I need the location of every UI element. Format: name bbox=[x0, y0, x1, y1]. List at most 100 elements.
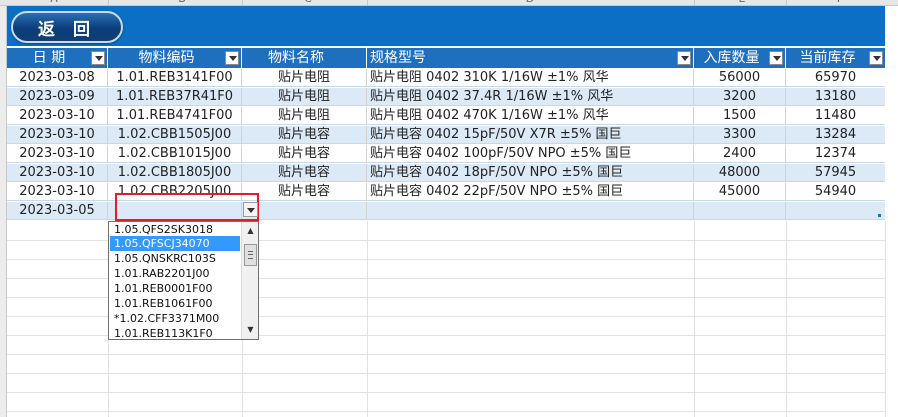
cell-qty[interactable]: 2400 bbox=[694, 145, 786, 163]
cell-stock[interactable]: 54940 bbox=[786, 183, 885, 201]
cell-stock[interactable]: 12374 bbox=[786, 145, 885, 163]
scrollbar-thumb[interactable] bbox=[244, 244, 257, 266]
header-name-label: 物料名称 bbox=[268, 50, 324, 66]
cell-spec[interactable]: 贴片电容 0402 100pF/50V NPO ±5% 国巨 bbox=[367, 145, 694, 163]
cell-name[interactable]: 贴片电阻 bbox=[242, 88, 367, 106]
table-row: 2023-03-10 1.02.CBB1505J00 贴片电容 贴片电容 040… bbox=[7, 126, 885, 144]
grid-line bbox=[694, 221, 695, 417]
table-row: 2023-03-10 1.02.CBB1015J00 贴片电容 贴片电容 040… bbox=[7, 145, 885, 163]
cell-stock[interactable]: 57945 bbox=[786, 164, 885, 182]
cell-qty[interactable]: 56000 bbox=[694, 69, 786, 87]
header-qty-label: 入库数量 bbox=[703, 50, 760, 66]
cell-name[interactable]: 贴片电阻 bbox=[242, 69, 367, 87]
dropdown-option-selected[interactable]: 1.05.QFSCJ34070 bbox=[110, 236, 240, 251]
table-row: 2023-03-10 1.02.CBB1805J00 贴片电容 贴片电容 040… bbox=[7, 164, 885, 182]
header-qty: 入库数量 bbox=[694, 48, 786, 68]
cell-code[interactable]: 1.02.CBB1015J00 bbox=[108, 145, 242, 163]
dropdown-option[interactable]: 1.01.REB113K1F0 bbox=[110, 326, 240, 339]
table-row: 2023-03-08 1.01.REB3141F00 贴片电阻 贴片电阻 040… bbox=[7, 69, 885, 87]
cell-spec[interactable] bbox=[367, 202, 694, 220]
cell-name[interactable]: 贴片电容 bbox=[242, 183, 367, 201]
cell-date[interactable]: 2023-03-08 bbox=[7, 69, 108, 87]
dropdown-scrollbar[interactable]: ▲ ▼ bbox=[241, 222, 258, 339]
cell-qty[interactable] bbox=[694, 202, 786, 220]
cell-code[interactable]: 1.01.REB4741F00 bbox=[108, 107, 242, 125]
row-header-strip bbox=[0, 6, 7, 417]
cell-code[interactable]: 1.01.REB37R41F0 bbox=[108, 88, 242, 106]
cell-name[interactable]: 贴片电阻 bbox=[242, 107, 367, 125]
column-letter-f[interactable]: F bbox=[830, 0, 850, 5]
grid-line bbox=[7, 411, 885, 412]
dropdown-list[interactable]: 1.05.QFS2SK3018 1.05.QFSCJ34070 1.05.QNS… bbox=[108, 221, 259, 340]
dropdown-option[interactable]: 1.01.REB0001F00 bbox=[110, 281, 240, 296]
dropdown-option[interactable]: 1.05.QFS2SK3018 bbox=[110, 222, 240, 237]
column-letter-b[interactable]: B bbox=[172, 0, 192, 5]
cell-date[interactable]: 2023-03-10 bbox=[7, 126, 108, 144]
filter-dropdown-icon[interactable] bbox=[225, 51, 239, 65]
banner: 返 回 bbox=[7, 6, 885, 46]
cell-code[interactable]: 1.01.REB3141F00 bbox=[108, 69, 242, 87]
dropdown-option[interactable]: 1.01.REB1061F00 bbox=[110, 296, 240, 311]
filter-dropdown-icon[interactable] bbox=[769, 51, 783, 65]
header-spec: 规格型号 bbox=[367, 48, 694, 68]
filter-dropdown-icon[interactable] bbox=[869, 51, 883, 65]
grid-line bbox=[7, 373, 885, 374]
table-resize-handle[interactable] bbox=[878, 214, 881, 217]
cell-name[interactable]: 贴片电容 bbox=[242, 164, 367, 182]
cell-code[interactable]: 1.02.CBB1805J00 bbox=[108, 164, 242, 182]
cell-date[interactable]: 2023-03-05 bbox=[7, 202, 108, 220]
back-button[interactable]: 返 回 bbox=[11, 11, 123, 43]
dropdown-option[interactable]: 1.05.QNSKRC103S bbox=[110, 251, 240, 266]
grid-line bbox=[885, 221, 886, 417]
cell-qty[interactable]: 48000 bbox=[694, 164, 786, 182]
cell-stock[interactable]: 65970 bbox=[786, 69, 885, 87]
header-date-label: 日 期 bbox=[32, 50, 66, 66]
header-code-label: 物料编码 bbox=[138, 50, 195, 66]
cell-name[interactable]: 贴片电容 bbox=[242, 145, 367, 163]
table-row: 2023-03-09 1.01.REB37R41F0 贴片电阻 贴片电阻 040… bbox=[7, 88, 885, 106]
header-spec-label: 规格型号 bbox=[370, 50, 426, 66]
table-row: 2023-03-10 1.01.REB4741F00 贴片电阻 贴片电阻 040… bbox=[7, 107, 885, 125]
header-stock-label: 当前库存 bbox=[799, 50, 856, 66]
cell-qty[interactable]: 3200 bbox=[694, 88, 786, 106]
column-letter-c[interactable]: C bbox=[298, 0, 318, 5]
cell-spec[interactable]: 贴片电容 0402 18pF/50V NPO ±5% 国巨 bbox=[367, 164, 694, 182]
cell-date[interactable]: 2023-03-09 bbox=[7, 88, 108, 106]
header-date: 日 期 bbox=[7, 48, 108, 68]
cell-spec[interactable]: 贴片电阻 0402 470K 1/16W ±1% 风华 bbox=[367, 107, 694, 125]
scroll-down-icon[interactable]: ▼ bbox=[242, 323, 258, 337]
scroll-up-icon[interactable]: ▲ bbox=[242, 224, 258, 238]
cell-spec[interactable]: 贴片电阻 0402 37.4R 1/16W ±1% 风华 bbox=[367, 88, 694, 106]
header-code: 物料编码 bbox=[108, 48, 242, 68]
cell-qty[interactable]: 3300 bbox=[694, 126, 786, 144]
column-letter-d[interactable]: D bbox=[520, 0, 540, 5]
cell-stock[interactable]: 13180 bbox=[786, 88, 885, 106]
cell-qty[interactable]: 1500 bbox=[694, 107, 786, 125]
cell-stock[interactable]: 11480 bbox=[786, 107, 885, 125]
cell-date[interactable]: 2023-03-10 bbox=[7, 107, 108, 125]
cell-name[interactable] bbox=[242, 202, 367, 220]
cell-date[interactable]: 2023-03-10 bbox=[7, 183, 108, 201]
filter-dropdown-icon[interactable] bbox=[677, 51, 691, 65]
cell-spec[interactable]: 贴片电容 0402 22pF/50V NPO ±5% 国巨 bbox=[367, 183, 694, 201]
cell-stock[interactable]: 13284 bbox=[786, 126, 885, 144]
cell-date[interactable]: 2023-03-10 bbox=[7, 145, 108, 163]
cell-code[interactable]: 1.02.CBB1505J00 bbox=[108, 126, 242, 144]
grid-line bbox=[367, 221, 368, 417]
cell-qty[interactable]: 45000 bbox=[694, 183, 786, 201]
dropdown-option[interactable]: *1.02.CFF3371M00 bbox=[110, 311, 240, 326]
cell-spec[interactable]: 贴片电阻 0402 310K 1/16W ±1% 风华 bbox=[367, 69, 694, 87]
filter-dropdown-icon[interactable] bbox=[91, 51, 105, 65]
column-letter-a[interactable]: A bbox=[44, 0, 64, 5]
dropdown-option[interactable]: 1.01.RAB2201J00 bbox=[110, 266, 240, 281]
header-stock: 当前库存 bbox=[786, 48, 885, 68]
cell-name[interactable]: 贴片电容 bbox=[242, 126, 367, 144]
active-cell-highlight bbox=[115, 193, 259, 221]
cell-dropdown-button[interactable] bbox=[243, 202, 258, 217]
grid-line bbox=[7, 354, 885, 355]
cell-spec[interactable]: 贴片电容 0402 15pF/50V X7R ±5% 国巨 bbox=[367, 126, 694, 144]
table-header: 日 期 物料编码 物料名称 规格型号 入库数量 当前库存 bbox=[7, 48, 885, 68]
cell-stock[interactable] bbox=[786, 202, 885, 220]
column-letter-e[interactable]: E bbox=[732, 0, 752, 5]
cell-date[interactable]: 2023-03-10 bbox=[7, 164, 108, 182]
